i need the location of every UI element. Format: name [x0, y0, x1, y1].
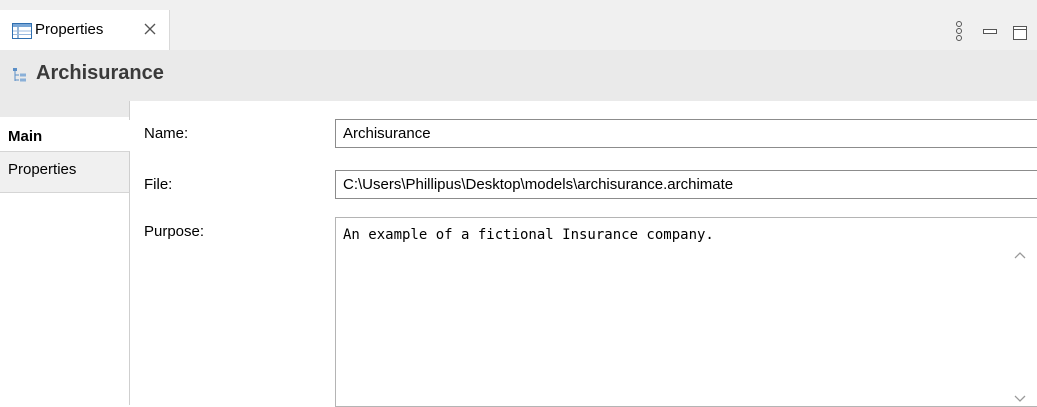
- name-label: Name:: [144, 125, 189, 142]
- tab-label: Properties: [35, 21, 104, 38]
- page-title: Archisurance: [36, 62, 164, 84]
- purpose-value: An example of a fictional Insurance comp…: [343, 227, 714, 243]
- file-value: C:\Users\Phillipus\Desktop\models\archis…: [343, 176, 734, 193]
- purpose-label: Purpose:: [144, 223, 205, 240]
- name-field[interactable]: Archisurance: [335, 119, 1037, 148]
- tab-properties[interactable]: Properties: [0, 10, 170, 50]
- purpose-textarea[interactable]: An example of a fictional Insurance comp…: [335, 217, 1037, 407]
- model-tree-icon: [13, 68, 26, 82]
- tab-properties-label: Properties: [8, 161, 77, 178]
- tab-list-header: [0, 101, 130, 117]
- close-icon[interactable]: [143, 22, 157, 36]
- tab-properties-section[interactable]: Properties: [0, 151, 130, 193]
- maximize-icon[interactable]: [1013, 26, 1031, 42]
- file-label: File:: [144, 176, 173, 193]
- scroll-down-icon[interactable]: [1014, 394, 1026, 404]
- view-tab-bar: Properties: [0, 0, 1037, 50]
- properties-title-bar: Archisurance: [0, 50, 1037, 101]
- name-value: Archisurance: [343, 125, 431, 142]
- file-field[interactable]: C:\Users\Phillipus\Desktop\models\archis…: [335, 170, 1037, 199]
- properties-view-icon: [12, 23, 32, 39]
- section-tab-list: Main Properties: [0, 101, 130, 405]
- scroll-up-icon[interactable]: [1014, 250, 1026, 260]
- tab-main-label: Main: [8, 128, 43, 145]
- view-menu-icon[interactable]: [955, 20, 963, 48]
- minimize-icon[interactable]: [983, 28, 997, 38]
